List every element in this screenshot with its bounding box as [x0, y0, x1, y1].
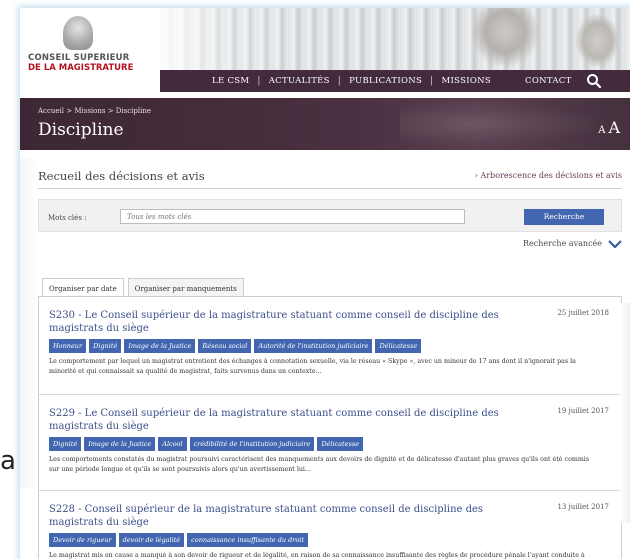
site-header: CONSEIL SUPERIEUR DE LA MAGISTRATURE LE … [20, 8, 630, 92]
advanced-search-toggle[interactable]: Recherche avancée [523, 239, 622, 248]
tag[interactable]: Autorité de l'institution judiciaire [254, 339, 373, 353]
advanced-search-label: Recherche avancée [523, 239, 603, 248]
tab-bar: Organiser par date Organiser par manquem… [42, 278, 244, 298]
statue-image [470, 8, 540, 68]
item-date: 13 juillet 2017 [557, 503, 609, 511]
list-item[interactable]: S229 - Le Conseil supérieur de la magist… [49, 407, 609, 475]
item-description: Le magistrat mis en cause a manqué à son… [49, 552, 585, 559]
page-banner: Accueil > Missions > Discipline Discipli… [20, 98, 630, 150]
item-date: 25 juillet 2018 [557, 309, 609, 317]
tag[interactable]: connaissance insuffisante du droit [187, 533, 309, 547]
decisions-list: S230 - Le Conseil supérieur de la magist… [38, 296, 623, 559]
keywords-label: Mots clés : [48, 214, 87, 222]
nav-item-actualites[interactable]: ACTUALITÉS [261, 76, 338, 86]
tag[interactable]: Devoir de rigueur [49, 533, 116, 547]
item-title[interactable]: S229 - Le Conseil supérieur de la magist… [49, 407, 519, 433]
page-title: Discipline [38, 120, 124, 140]
tag[interactable]: devoir de légalité [118, 533, 185, 547]
item-title[interactable]: S230 - Le Conseil supérieur de la magist… [49, 309, 519, 335]
search-icon[interactable] [586, 73, 602, 89]
item-date: 19 juillet 2017 [557, 407, 609, 415]
nav-item-contact[interactable]: CONTACT [517, 76, 580, 86]
nav-item-le-csm[interactable]: LE CSM [204, 76, 257, 86]
keywords-input[interactable] [120, 209, 465, 224]
tab-by-date[interactable]: Organiser par date [42, 278, 124, 298]
font-size-control: A A [598, 118, 620, 137]
nav-item-missions[interactable]: MISSIONS [434, 76, 500, 86]
font-increase-button[interactable]: A [608, 118, 620, 137]
tag[interactable]: Délicatesse [317, 437, 364, 451]
font-decrease-button[interactable]: A [598, 125, 605, 136]
tag[interactable]: Alcool [158, 437, 187, 451]
page-frame: CONSEIL SUPERIEUR DE LA MAGISTRATURE LE … [20, 8, 630, 559]
search-button[interactable]: Recherche [524, 209, 604, 225]
item-description: Le comportement par lequel un magistrat … [49, 358, 576, 375]
nav-item-publications[interactable]: PUBLICATIONS [341, 76, 430, 86]
statue-image-2 [575, 13, 620, 68]
tree-link[interactable]: › Arborescence des décisions et avis [475, 171, 622, 180]
logo-line1[interactable]: CONSEIL SUPERIEUR [28, 53, 129, 63]
divider [39, 394, 623, 395]
tag[interactable]: Image de la Justice [84, 437, 156, 451]
item-title[interactable]: S228 - Conseil supérieur de la magistrat… [49, 503, 539, 529]
tag[interactable]: Honneur [49, 339, 87, 353]
main-nav: LE CSM | ACTUALITÉS | PUBLICATIONS | MIS… [160, 70, 630, 92]
tag[interactable]: Délicatesse [375, 339, 422, 353]
tag-list: Devoir de rigueur devoir de légalité con… [49, 533, 609, 547]
item-description: Les comportements constatés du magistrat… [49, 456, 590, 473]
tag[interactable]: Dignité [89, 339, 122, 353]
tag[interactable]: Réseau social [198, 339, 252, 353]
divider [39, 490, 623, 491]
tag-list: Dignité Image de la Justice Alcool crédi… [49, 437, 609, 451]
tag[interactable]: crédibilité de l'institution judiciaire [189, 437, 315, 451]
section-title: Recueil des décisions et avis [38, 169, 205, 183]
list-item[interactable]: S228 - Conseil supérieur de la magistrat… [49, 503, 609, 559]
breadcrumb[interactable]: Accueil > Missions > Discipline [38, 107, 151, 115]
tab-by-breach[interactable]: Organiser par manquements [127, 278, 244, 298]
chevron-down-icon [608, 239, 622, 248]
logo-line2[interactable]: DE LA MAGISTRATURE [28, 63, 133, 73]
logo-bust-icon[interactable] [63, 16, 93, 50]
stray-text: a [0, 446, 16, 476]
tag-list: Honneur Dignité Image de la Justice Rése… [49, 339, 609, 353]
list-item[interactable]: S230 - Le Conseil supérieur de la magist… [49, 309, 609, 377]
divider [38, 188, 622, 189]
tag[interactable]: Dignité [49, 437, 82, 451]
tag[interactable]: Image de la Justice [124, 339, 196, 353]
